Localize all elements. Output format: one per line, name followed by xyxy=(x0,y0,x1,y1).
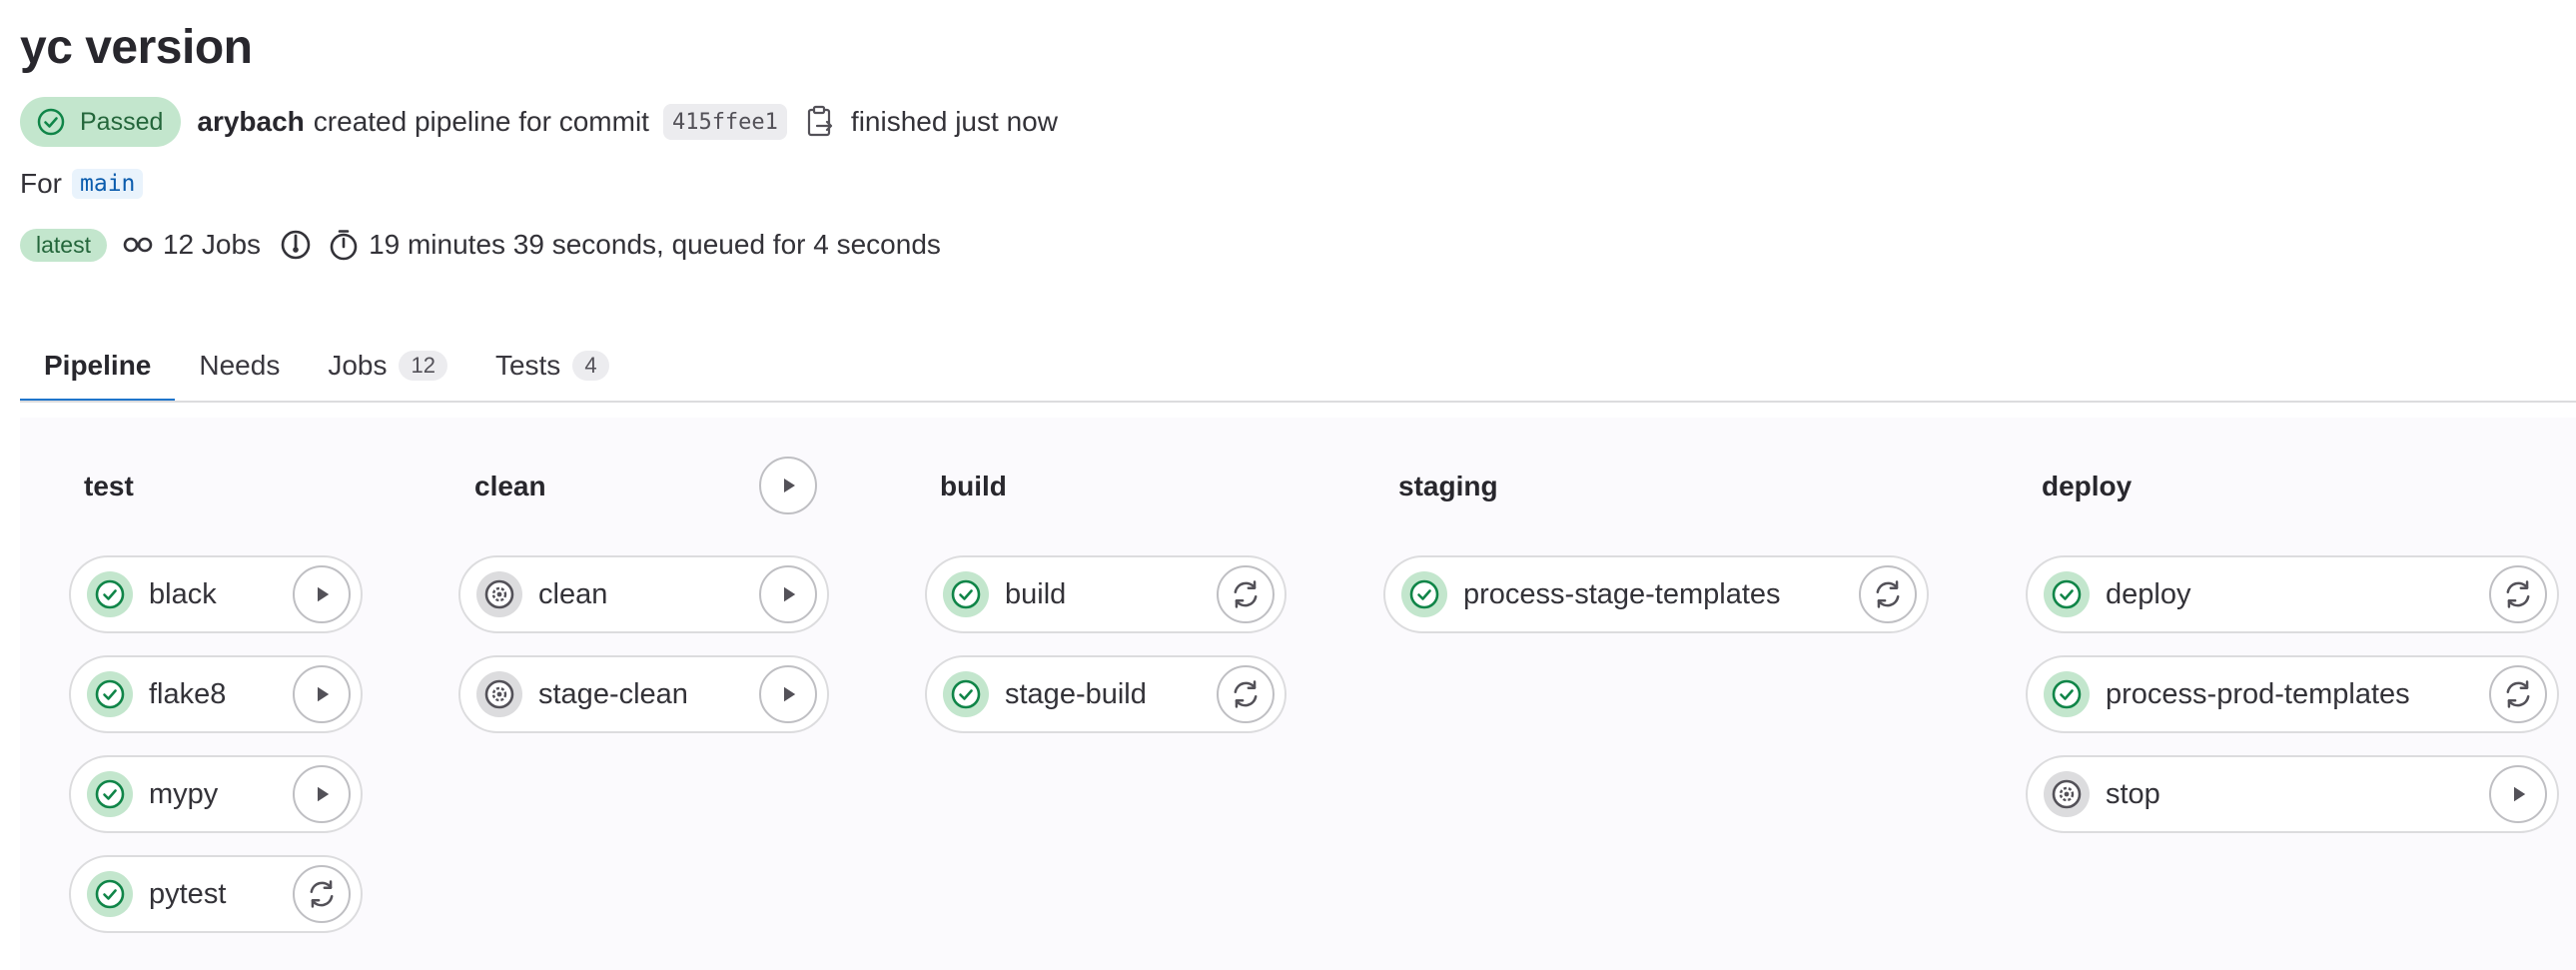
retry-icon xyxy=(1876,580,1900,608)
retry-job-button[interactable] xyxy=(1217,665,1275,723)
copy-clipboard-icon[interactable] xyxy=(805,105,835,139)
tab-pipeline[interactable]: Pipeline xyxy=(20,330,176,403)
page-title: yc version xyxy=(20,21,253,74)
job-process-stage-templates[interactable]: process-stage-templates xyxy=(1383,555,1929,633)
job-name: build xyxy=(1005,577,1067,610)
job-name: mypy xyxy=(149,777,219,810)
retry-icon xyxy=(1234,680,1258,708)
job-name: deploy xyxy=(2106,577,2191,610)
play-icon xyxy=(2514,786,2526,802)
status-passed-icon xyxy=(1401,571,1447,617)
status-passed-icon xyxy=(943,571,989,617)
tab-label: Pipeline xyxy=(44,350,152,381)
status-passed-icon xyxy=(943,671,989,717)
job-clean[interactable]: clean xyxy=(458,555,829,633)
retry-job-button[interactable] xyxy=(2489,665,2547,723)
status-label: Passed xyxy=(80,107,164,136)
run-job-button[interactable] xyxy=(759,665,817,723)
status-passed-icon xyxy=(2044,671,2090,717)
run-job-button[interactable] xyxy=(293,665,351,723)
job-name: process-prod-templates xyxy=(2106,677,2410,710)
job-name: flake8 xyxy=(149,677,227,710)
stage-play-all-button[interactable] xyxy=(759,457,817,514)
status-manual-icon xyxy=(476,571,522,617)
pipeline-summary-row: Passed arybach created pipeline for comm… xyxy=(20,97,1058,147)
stage-title-deploy: deploy xyxy=(2042,471,2133,501)
job-name: stage-build xyxy=(1005,677,1147,710)
retry-icon xyxy=(310,880,334,908)
latest-badge: latest xyxy=(20,228,107,262)
job-stage-build[interactable]: stage-build xyxy=(925,655,1287,733)
stage-title-clean: clean xyxy=(474,471,546,501)
retry-job-button[interactable] xyxy=(2489,565,2547,623)
job-deploy[interactable]: deploy xyxy=(2026,555,2559,633)
stage-title-test: test xyxy=(84,471,134,501)
tab-label: Tests xyxy=(494,350,561,381)
job-stop[interactable]: stop xyxy=(2026,755,2559,833)
job-name: black xyxy=(149,577,217,610)
play-icon xyxy=(318,586,330,602)
pipeline-icon xyxy=(123,237,153,253)
finished-text: finished just now xyxy=(850,106,1058,137)
dashboard-icon xyxy=(281,230,311,260)
job-name: pytest xyxy=(149,877,227,910)
tab-label: Jobs xyxy=(328,350,388,381)
run-job-button[interactable] xyxy=(2489,765,2547,823)
ref-link[interactable]: main xyxy=(72,169,144,199)
play-icon xyxy=(784,479,795,492)
job-name: stop xyxy=(2106,777,2160,810)
timer-icon xyxy=(330,230,358,261)
tab-needs[interactable]: Needs xyxy=(175,330,304,402)
retry-icon xyxy=(2506,680,2530,708)
retry-job-button[interactable] xyxy=(293,865,351,923)
retry-icon xyxy=(1234,580,1258,608)
run-job-button[interactable] xyxy=(293,565,351,623)
tab-count-badge: 4 xyxy=(572,351,609,381)
play-icon xyxy=(318,686,330,702)
job-pytest[interactable]: pytest xyxy=(69,855,363,933)
status-badge[interactable]: Passed xyxy=(20,97,182,147)
tab-count-badge: 12 xyxy=(399,351,447,381)
author-link[interactable]: arybach xyxy=(197,106,304,138)
play-icon xyxy=(784,586,796,602)
status-passed-icon xyxy=(87,871,133,917)
status-passed-icon xyxy=(87,571,133,617)
duration-text: 19 minutes 39 seconds, queued for 4 seco… xyxy=(369,229,941,260)
play-icon xyxy=(784,686,796,702)
job-name: clean xyxy=(538,577,608,610)
job-name: stage-clean xyxy=(538,677,688,710)
retry-job-button[interactable] xyxy=(1217,565,1275,623)
status-manual-icon xyxy=(476,671,522,717)
tab-label: Needs xyxy=(199,350,281,381)
tab-jobs[interactable]: Jobs 12 xyxy=(304,330,471,402)
tab-tests[interactable]: Tests 4 xyxy=(471,330,633,402)
ref-row: For main xyxy=(20,168,144,200)
job-flake8[interactable]: flake8 xyxy=(69,655,363,733)
tabs-divider xyxy=(20,401,2576,403)
created-text: created pipeline for commit xyxy=(313,106,649,137)
check-circle-icon xyxy=(37,108,65,136)
job-mypy[interactable]: mypy xyxy=(69,755,363,833)
job-stage-clean[interactable]: stage-clean xyxy=(458,655,829,733)
job-build[interactable]: build xyxy=(925,555,1287,633)
job-process-prod-templates[interactable]: process-prod-templates xyxy=(2026,655,2559,733)
run-job-button[interactable] xyxy=(759,565,817,623)
commit-sha-link[interactable]: 415ffee1 xyxy=(662,104,787,140)
status-passed-icon xyxy=(87,671,133,717)
status-passed-icon xyxy=(87,771,133,817)
stage-title-build: build xyxy=(940,471,1007,501)
run-job-button[interactable] xyxy=(293,765,351,823)
status-passed-icon xyxy=(2044,571,2090,617)
status-manual-icon xyxy=(2044,771,2090,817)
stage-title-staging: staging xyxy=(1398,471,1498,501)
pipeline-meta-row: latest 12 Jobs 19 minutes 39 seconds, qu… xyxy=(20,225,941,265)
retry-icon xyxy=(2506,580,2530,608)
retry-job-button[interactable] xyxy=(1859,565,1917,623)
play-icon xyxy=(318,786,330,802)
for-label: For xyxy=(20,168,62,199)
pipeline-tabs: Pipeline Needs Jobs 12 Tests 4 xyxy=(20,330,633,403)
jobs-summary: 12 Jobs xyxy=(162,229,262,260)
job-black[interactable]: black xyxy=(69,555,363,633)
job-name: process-stage-templates xyxy=(1463,577,1781,610)
